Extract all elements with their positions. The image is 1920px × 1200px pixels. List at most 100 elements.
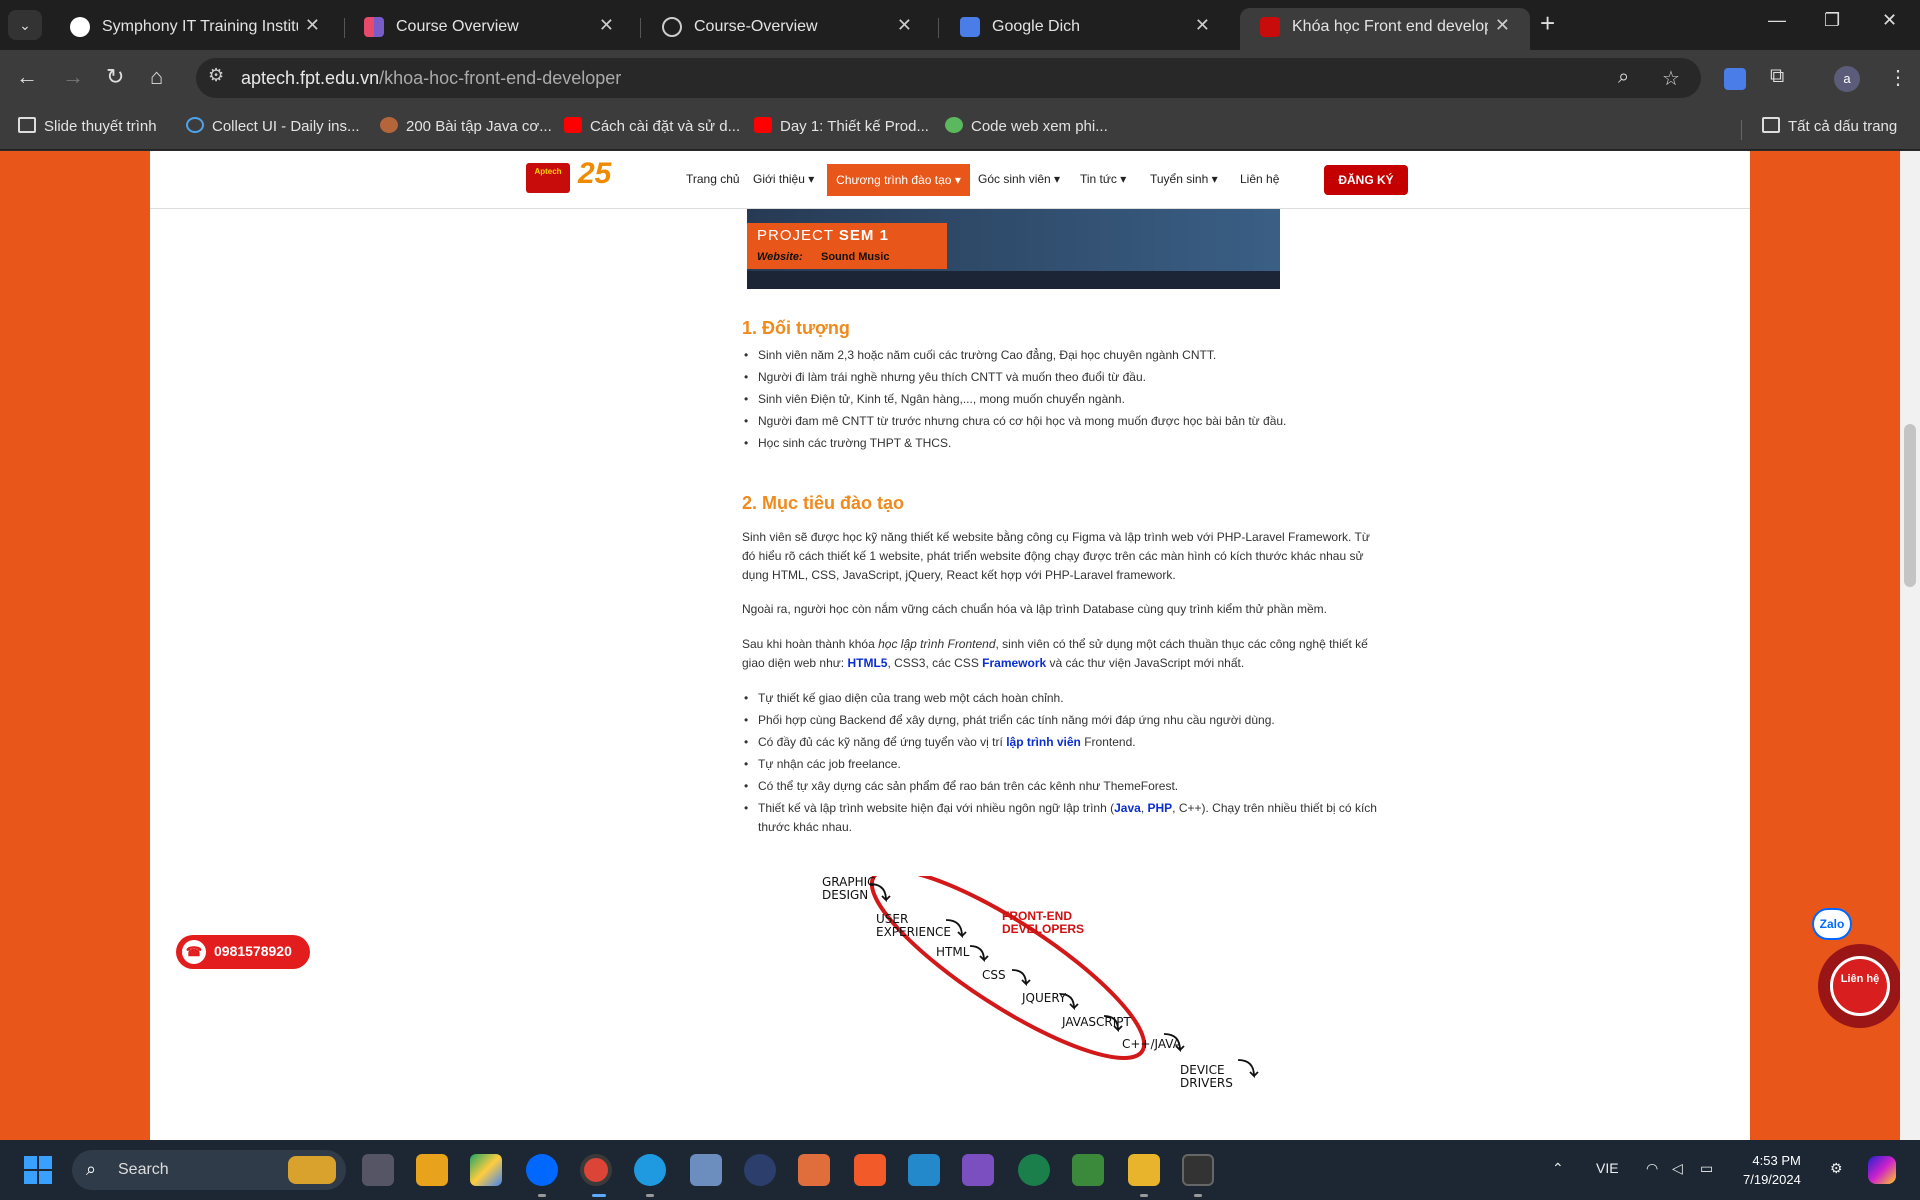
page-scrollbar[interactable] — [1900, 151, 1920, 1140]
menu-label: Giới thiệu — [753, 172, 805, 186]
menu-about[interactable]: Giới thiệu ▾ — [753, 172, 814, 186]
app-cube-icon[interactable] — [690, 1154, 722, 1186]
google-translate-extension-icon[interactable] — [1724, 68, 1746, 90]
link-java[interactable]: Java — [1114, 801, 1141, 815]
bookmark-star-icon[interactable]: ☆ — [1662, 66, 1680, 91]
text: Có đầy đủ các kỹ năng để ứng tuyển vào v… — [758, 735, 1007, 749]
store-icon[interactable] — [416, 1154, 448, 1186]
phone-icon: ☎ — [182, 940, 206, 964]
running-indicator — [1140, 1194, 1148, 1197]
file-explorer-icon[interactable] — [1128, 1154, 1160, 1186]
windows-start-icon[interactable] — [24, 1156, 52, 1184]
wifi-icon[interactable]: ◠ — [1646, 1160, 1658, 1177]
menu-programs[interactable]: Chương trình đào tạo ▾ — [827, 164, 970, 196]
hotline-button[interactable]: ☎ 0981578920 — [176, 935, 310, 969]
step-jquery: JQUERY — [1022, 991, 1067, 1005]
git-icon[interactable] — [798, 1154, 830, 1186]
bookmark-label: Tất cả dấu trang — [1788, 118, 1898, 135]
battery-icon[interactable]: ▭ — [1700, 1160, 1713, 1177]
link-framework[interactable]: Framework — [982, 656, 1046, 670]
address-bar[interactable]: ⚙ aptech.fpt.edu.vn/khoa-hoc-front-end-d… — [196, 58, 1701, 98]
extensions-icon[interactable]: ⧉ — [1770, 65, 1784, 88]
restore-icon[interactable]: ❐ — [1824, 10, 1840, 31]
running-indicator — [592, 1194, 606, 1197]
arrow — [1237, 1059, 1259, 1079]
goals-paragraph-2: Ngoài ra, người học còn nắm vững cách ch… — [742, 602, 1327, 616]
menu-icon[interactable]: ⋮ — [1888, 65, 1908, 90]
profile-avatar[interactable]: a — [1834, 66, 1860, 92]
tab-search-button[interactable]: ⌄ — [8, 10, 42, 40]
google-translate-icon — [960, 17, 980, 37]
tab-frontend-course[interactable]: Khóa học Front end developver ✕ — [1240, 8, 1530, 50]
frontend-skills-diagram: GRAPHIC DESIGN USER EXPERIENCE HTML CSS … — [822, 876, 1322, 1140]
site-info-icon[interactable]: ⚙ — [208, 65, 224, 86]
tab-course-overview-2[interactable]: Course-Overview ✕ — [642, 8, 932, 50]
chrome-icon[interactable] — [580, 1154, 612, 1186]
taskbar-search[interactable]: ⌕ Search — [72, 1150, 346, 1190]
menu-label: Tuyển sinh — [1150, 172, 1209, 186]
link-developer[interactable]: lập trình viên — [1006, 735, 1081, 749]
menu-student-corner[interactable]: Góc sinh viên ▾ — [978, 172, 1060, 186]
eclipse-icon[interactable] — [744, 1154, 776, 1186]
page-body: Aptech 25 Trang chủ Giới thiệu ▾ Chương … — [150, 151, 1902, 1140]
link-php[interactable]: PHP — [1147, 801, 1172, 815]
menu-news[interactable]: Tin tức ▾ — [1080, 172, 1126, 186]
bookmark-item[interactable]: Slide thuyết trình — [18, 117, 157, 135]
bookmark-item[interactable]: Code web xem phi... — [945, 117, 1108, 135]
bookmark-item[interactable]: Day 1: Thiết kế Prod... — [754, 117, 929, 135]
terminal-icon[interactable] — [1182, 1154, 1214, 1186]
mongodb-icon[interactable] — [1018, 1154, 1050, 1186]
url-host: aptech.fpt.edu.vn — [241, 68, 380, 88]
youtube-icon — [754, 117, 772, 133]
google-drive-icon[interactable] — [470, 1154, 502, 1186]
bookmark-item[interactable]: 200 Bài tập Java cơ... — [380, 117, 552, 135]
zalo-button[interactable]: Zalo — [1812, 908, 1852, 940]
bookmark-item[interactable]: Cách cài đặt và sử d... — [564, 117, 740, 135]
zoom-icon[interactable]: ⌕ — [1618, 66, 1629, 89]
visual-studio-icon[interactable] — [962, 1154, 994, 1186]
text: Sau khi hoàn thành khóa — [742, 637, 879, 651]
window-close-icon[interactable]: ✕ — [1882, 10, 1897, 31]
zalo-app-icon[interactable] — [526, 1154, 558, 1186]
vscode-icon[interactable] — [908, 1154, 940, 1186]
back-icon[interactable]: ← — [16, 64, 38, 90]
menu-home[interactable]: Trang chủ — [686, 172, 740, 186]
edge-icon[interactable] — [634, 1154, 666, 1186]
bookmark-item[interactable]: Collect UI - Daily ins... — [186, 117, 360, 135]
task-view-icon[interactable] — [362, 1154, 394, 1186]
url-text: aptech.fpt.edu.vn/khoa-hoc-front-end-dev… — [241, 68, 621, 89]
close-icon[interactable]: ✕ — [1195, 15, 1210, 36]
clock[interactable]: 4:53 PM 7/19/2024 — [1743, 1151, 1801, 1189]
aptech-logo[interactable]: Aptech — [526, 163, 570, 193]
close-icon[interactable]: ✕ — [599, 15, 614, 36]
link-html5[interactable]: HTML5 — [847, 656, 887, 670]
minimize-icon[interactable]: — — [1768, 10, 1786, 31]
reload-icon[interactable]: ↻ — [106, 64, 124, 90]
copilot-icon[interactable] — [1868, 1156, 1896, 1184]
notepad-icon[interactable] — [1072, 1154, 1104, 1186]
section-title-audience: 1. Đối tượng — [742, 318, 850, 338]
contact-widget[interactable]: Liên hệ — [1818, 944, 1902, 1028]
volume-icon[interactable]: ◁ — [1672, 1160, 1683, 1177]
caret-icon: ▾ — [954, 173, 961, 187]
close-icon[interactable]: ✕ — [1495, 15, 1510, 36]
menu-admission[interactable]: Tuyển sinh ▾ — [1150, 172, 1218, 186]
register-button[interactable]: ĐĂNG KÝ — [1324, 165, 1408, 195]
new-tab-button[interactable]: + — [1540, 8, 1555, 39]
notification-icon[interactable]: ⚙ — [1830, 1160, 1843, 1177]
scroll-thumb[interactable] — [1904, 424, 1916, 587]
menu-contact[interactable]: Liên hệ — [1240, 172, 1279, 186]
xampp-icon[interactable] — [854, 1154, 886, 1186]
home-icon[interactable]: ⌂ — [150, 64, 163, 90]
tab-google-dich[interactable]: Google Dich ✕ — [940, 8, 1230, 50]
close-icon[interactable]: ✕ — [305, 15, 320, 36]
forward-icon[interactable]: → — [62, 64, 84, 90]
all-bookmarks[interactable]: Tất cả dấu trang — [1762, 117, 1897, 135]
chevron-up-icon[interactable]: ⌃ — [1552, 1160, 1564, 1177]
tab-course-overview[interactable]: Course Overview ✕ — [344, 8, 634, 50]
close-icon[interactable]: ✕ — [897, 15, 912, 36]
anniversary-logo[interactable]: 25 — [578, 157, 611, 191]
language-indicator[interactable]: VIE — [1596, 1160, 1619, 1176]
tab-symphony[interactable]: Symphony IT Training Institute ✕ — [50, 8, 340, 50]
folder-icon — [18, 117, 36, 133]
